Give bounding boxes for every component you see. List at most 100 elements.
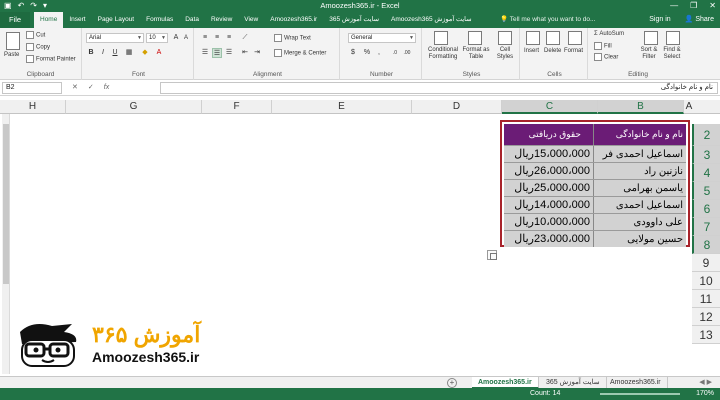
conditional-formatting-button[interactable]: Conditional Formatting bbox=[426, 47, 460, 61]
align-top-icon[interactable]: ≡ bbox=[200, 33, 210, 43]
minimize-button[interactable]: — bbox=[670, 0, 678, 12]
font-name-select[interactable]: Arial ▼ bbox=[86, 33, 144, 43]
comma-button[interactable]: , bbox=[374, 48, 384, 58]
selected-range[interactable]: حقوق دریافتی نام و نام خانوادگی 15،000،0… bbox=[500, 120, 690, 247]
restore-button[interactable]: ❐ bbox=[690, 0, 697, 12]
tab-file[interactable]: File bbox=[0, 12, 30, 28]
borders-icon[interactable]: ▦ bbox=[124, 48, 134, 58]
row-header-12[interactable]: 12 bbox=[692, 308, 720, 326]
format-cells-icon[interactable] bbox=[568, 31, 582, 45]
cell-salary[interactable]: 10،000،000ریال bbox=[504, 214, 594, 230]
fill-color-icon[interactable]: ◆ bbox=[140, 48, 150, 58]
tab-data[interactable]: Data bbox=[179, 12, 205, 28]
add-sheet-button[interactable]: + bbox=[447, 378, 457, 388]
cell-salary[interactable]: 14،000،000ریال bbox=[504, 197, 594, 213]
number-format-select[interactable]: General ▼ bbox=[348, 33, 416, 43]
column-header-a[interactable]: A bbox=[684, 100, 694, 114]
select-all-corner[interactable] bbox=[694, 100, 720, 114]
percent-button[interactable]: % bbox=[362, 48, 372, 58]
tab-amoozesh-fa[interactable]: سایت آموزش 365 bbox=[323, 12, 385, 28]
decrease-indent-icon[interactable]: ⇤ bbox=[240, 48, 250, 58]
sign-in-link[interactable]: Sign in bbox=[649, 12, 670, 28]
close-button[interactable]: ✕ bbox=[709, 0, 716, 12]
conditional-formatting-icon[interactable] bbox=[434, 31, 448, 45]
paste-icon[interactable] bbox=[6, 32, 20, 50]
align-left-icon[interactable]: ☰ bbox=[200, 48, 210, 58]
tab-page-layout[interactable]: Page Layout bbox=[92, 12, 141, 28]
increase-decimal-icon[interactable]: .0 bbox=[390, 48, 400, 58]
share-button[interactable]: 👤 Share bbox=[685, 12, 714, 28]
format-table-icon[interactable] bbox=[468, 31, 482, 45]
enter-icon[interactable]: ✓ bbox=[88, 82, 94, 94]
shrink-font-button[interactable]: A bbox=[181, 33, 191, 43]
format-button[interactable]: Format bbox=[564, 48, 583, 54]
merge-center-button[interactable]: Merge & Center bbox=[274, 49, 326, 57]
insert-cells-icon[interactable] bbox=[526, 31, 540, 45]
delete-button[interactable]: Delete bbox=[544, 48, 561, 54]
copy-button[interactable]: Copy bbox=[26, 43, 50, 51]
find-select-icon[interactable] bbox=[666, 31, 680, 45]
tab-amoozesh365[interactable]: Amoozesh365.ir bbox=[264, 12, 323, 28]
column-header-d[interactable]: D bbox=[412, 100, 502, 114]
vertical-scrollbar[interactable] bbox=[2, 114, 10, 374]
format-as-table-button[interactable]: Format as Table bbox=[461, 47, 491, 61]
column-header-g[interactable]: G bbox=[66, 100, 202, 114]
wrap-text-button[interactable]: Wrap Text bbox=[274, 34, 311, 42]
scroll-thumb[interactable] bbox=[3, 124, 9, 284]
row-header-9[interactable]: 9 bbox=[692, 254, 720, 272]
column-header-f[interactable]: F bbox=[202, 100, 272, 114]
cell-styles-button[interactable]: Cell Styles bbox=[492, 47, 518, 61]
font-size-select[interactable]: 10 ▼ bbox=[146, 33, 168, 43]
zoom-slider[interactable] bbox=[600, 393, 680, 395]
row-header-11[interactable]: 11 bbox=[692, 290, 720, 308]
cell-name[interactable]: یاسمن بهرامی bbox=[594, 180, 686, 196]
column-header-b[interactable]: B bbox=[598, 100, 684, 114]
column-header-e[interactable]: E bbox=[272, 100, 412, 114]
row-header-5[interactable]: 5 bbox=[692, 182, 720, 200]
delete-cells-icon[interactable] bbox=[546, 31, 560, 45]
decrease-decimal-icon[interactable]: .00 bbox=[402, 48, 412, 58]
format-painter-button[interactable]: Format Painter bbox=[26, 55, 76, 63]
row-header-2[interactable]: 2 bbox=[692, 124, 720, 146]
name-box[interactable]: B2 bbox=[2, 82, 62, 94]
tab-home[interactable]: Home bbox=[34, 12, 64, 28]
quick-analysis-icon[interactable] bbox=[487, 250, 497, 260]
bold-button[interactable]: B bbox=[86, 48, 96, 58]
align-bottom-icon[interactable]: ≡ bbox=[224, 33, 234, 43]
find-select-button[interactable]: Find & Select bbox=[660, 47, 684, 61]
autosum-button[interactable]: Σ AutoSum bbox=[594, 31, 624, 37]
clear-button[interactable]: Clear bbox=[594, 53, 618, 61]
row-header-4[interactable]: 4 bbox=[692, 164, 720, 182]
align-right-icon[interactable]: ☰ bbox=[224, 48, 234, 58]
cell-name[interactable]: علی داوودی bbox=[594, 214, 686, 230]
sort-filter-icon[interactable] bbox=[644, 31, 658, 45]
grow-font-button[interactable]: A bbox=[171, 33, 181, 43]
tell-me-box[interactable]: 💡 Tell me what you want to do... bbox=[500, 12, 595, 28]
align-center-icon[interactable]: ☰ bbox=[212, 48, 222, 58]
cut-button[interactable]: Cut bbox=[26, 31, 45, 39]
zoom-level[interactable]: 170% bbox=[696, 388, 714, 400]
cell-salary[interactable]: 15،000،000ریال bbox=[504, 146, 594, 162]
tab-amoozesh-site[interactable]: Amoozesh365 سایت آموزش bbox=[385, 12, 478, 28]
increase-indent-icon[interactable]: ⇥ bbox=[252, 48, 262, 58]
fill-button[interactable]: Fill bbox=[594, 42, 612, 50]
sort-filter-button[interactable]: Sort & Filter bbox=[638, 47, 660, 61]
cell-salary[interactable]: 25،000،000ریال bbox=[504, 180, 594, 196]
tab-insert[interactable]: Insert bbox=[63, 12, 91, 28]
formula-input[interactable]: نام و نام خانوادگی bbox=[160, 82, 718, 94]
column-header-c[interactable]: C bbox=[502, 100, 598, 114]
cell-name[interactable]: حسین مولایی bbox=[594, 231, 686, 247]
row-header-8[interactable]: 8 bbox=[692, 236, 720, 254]
cell-salary[interactable]: 23،000،000ریال bbox=[504, 231, 594, 247]
row-header-13[interactable]: 13 bbox=[692, 326, 720, 344]
tab-view[interactable]: View bbox=[238, 12, 264, 28]
header-salary[interactable]: حقوق دریافتی bbox=[504, 124, 594, 145]
function-icon[interactable]: fx bbox=[104, 82, 109, 94]
tab-formulas[interactable]: Formulas bbox=[140, 12, 179, 28]
row-header-7[interactable]: 7 bbox=[692, 218, 720, 236]
italic-button[interactable]: I bbox=[98, 48, 108, 58]
cell-name[interactable]: اسماعیل احمدی فر bbox=[594, 146, 686, 162]
orientation-icon[interactable]: ⟋ bbox=[240, 33, 250, 43]
paste-button[interactable]: Paste bbox=[4, 52, 19, 58]
cell-name[interactable]: اسماعیل احمدی bbox=[594, 197, 686, 213]
